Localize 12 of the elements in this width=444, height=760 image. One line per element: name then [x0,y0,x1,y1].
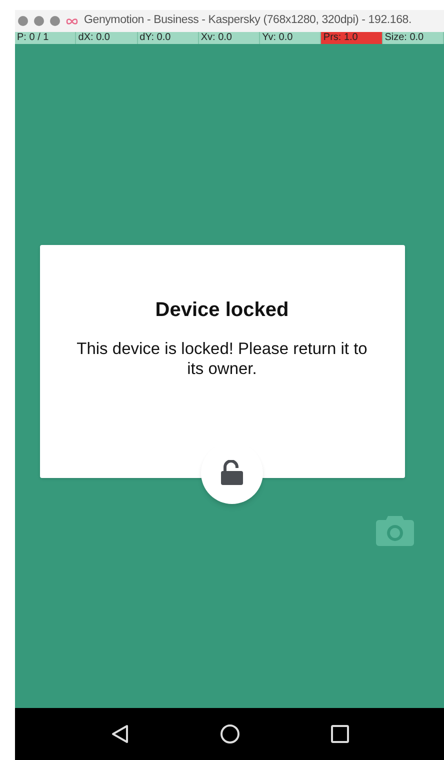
back-icon[interactable] [110,724,128,744]
infinity-icon [66,18,78,24]
dialog-title: Device locked [155,298,289,323]
pointer-stat: Prs: 1.0 [321,32,383,44]
close-window-button[interactable] [18,16,28,26]
home-icon[interactable] [220,724,240,744]
window-title: Genymotion - Business - Kaspersky (768x1280, 320dpi) - 192.168. [84,13,412,28]
minimize-window-button[interactable] [34,16,44,26]
unlocked-padlock-icon [220,460,244,486]
zoom-window-button[interactable] [50,16,60,26]
dialog-message: This device is locked! Please return it to its owner. [76,339,368,379]
overview-icon[interactable] [330,725,348,743]
